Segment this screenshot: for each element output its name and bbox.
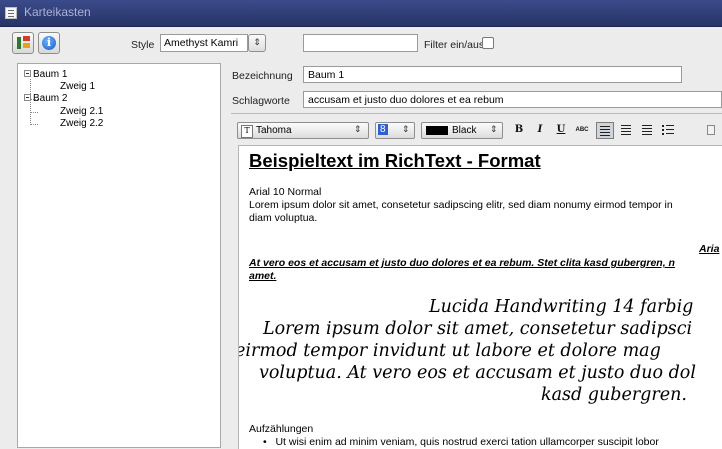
size-select[interactable]: 8 ⇕: [375, 122, 415, 139]
align-center-button[interactable]: [617, 122, 635, 139]
paragraph-text: At vero eos et accusam et justo duo dolo…: [249, 257, 675, 269]
collapse-icon[interactable]: [24, 69, 31, 77]
title-bar[interactable]: Karteikasten: [0, 0, 722, 27]
richtext-editor[interactable]: Beispieltext im RichText - Format Arial …: [238, 145, 722, 449]
size-select-arrows-icon: ⇕: [402, 124, 410, 134]
bezeichnung-input[interactable]: Baum 1: [303, 66, 682, 83]
paragraph-text: Lorem ipsum dolor sit amet, consetetur s…: [249, 199, 673, 211]
font-select-arrows-icon: ⇕: [354, 124, 362, 134]
info-icon: i: [42, 36, 56, 50]
color-swatch: [426, 126, 448, 135]
style-select-arrows-icon[interactable]: ⇕: [248, 34, 266, 52]
script-title: Lucida Handwriting 14 farbig: [429, 297, 694, 317]
script-text: kasd gubergren.: [541, 385, 687, 405]
schlagworte-label: Schlagworte: [232, 95, 290, 107]
paragraph-title: Arial 10 Normal: [249, 186, 322, 198]
bold-button[interactable]: B: [510, 122, 528, 139]
script-text: Lorem ipsum dolor sit amet, consetetur s…: [263, 319, 693, 339]
filter-label: Filter ein/aus: [424, 39, 485, 51]
align-center-icon: [621, 125, 631, 126]
align-right-icon: [642, 125, 652, 126]
list-title: Aufzählungen: [249, 423, 314, 435]
bullet-icon: •: [263, 436, 267, 448]
italic-button[interactable]: I: [531, 122, 549, 139]
bullet-list-button[interactable]: [659, 122, 677, 139]
paragraph-text: amet.: [249, 270, 277, 282]
paragraph-title: Aria: [699, 243, 720, 255]
schlagworte-input[interactable]: accusam et justo duo dolores et ea rebum: [303, 91, 722, 108]
align-left-button[interactable]: [596, 122, 614, 139]
info-button[interactable]: i: [38, 32, 60, 54]
copy-button[interactable]: [704, 122, 720, 139]
copy-icon: [707, 125, 715, 135]
bullet-list-icon: [662, 125, 664, 127]
style-label: Style: [131, 39, 155, 51]
tree-node-zweig-1[interactable]: Zweig 1: [60, 81, 95, 92]
tree-tool-button[interactable]: [12, 32, 34, 54]
bezeichnung-label: Bezeichnung: [232, 70, 293, 82]
tree-view[interactable]: Baum 1 Zweig 1 Baum 2 Zweig 2.1 Zweig 2.…: [17, 63, 221, 448]
tree-node-baum-1[interactable]: Baum 1: [24, 69, 67, 80]
strikethrough-button[interactable]: ABC: [573, 122, 591, 139]
filter-input[interactable]: [303, 34, 418, 52]
script-text: eirmod tempor invidunt ut labore et dolo…: [238, 341, 661, 361]
align-left-icon: [600, 126, 610, 127]
tree-node-baum-2[interactable]: Baum 2: [24, 93, 67, 104]
window-title: Karteikasten: [24, 5, 91, 19]
tree-node-zweig-2-1[interactable]: Zweig 2.1: [60, 106, 103, 117]
collapse-icon[interactable]: [24, 93, 31, 101]
script-text: voluptua. At vero eos et accusam et just…: [259, 363, 696, 383]
color-select[interactable]: Black ⇕: [421, 122, 503, 139]
filter-checkbox[interactable]: [482, 37, 494, 49]
font-type-icon: T: [241, 125, 253, 138]
document-heading: Beispieltext im RichText - Format: [249, 150, 541, 171]
style-select[interactable]: Amethyst Kamri: [160, 34, 248, 52]
align-right-button[interactable]: [638, 122, 656, 139]
font-select[interactable]: T Tahoma ⇕: [237, 122, 369, 139]
underline-button[interactable]: U: [552, 122, 570, 139]
tree-node-zweig-2-2[interactable]: Zweig 2.2: [60, 118, 103, 129]
paragraph-text: diam voluptua.: [249, 212, 318, 224]
color-select-arrows-icon: ⇕: [490, 124, 498, 134]
window-icon: [5, 7, 17, 19]
list-item: • Ut wisi enim ad minim veniam, quis nos…: [263, 436, 659, 448]
